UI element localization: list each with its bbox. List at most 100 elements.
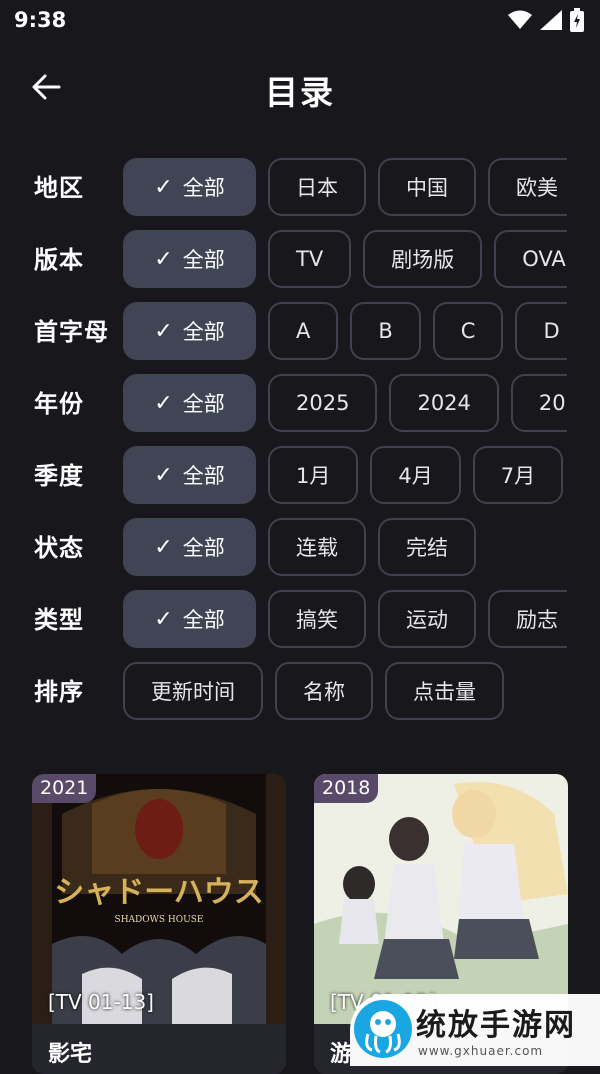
filter-chip[interactable]: 名称 xyxy=(275,662,373,720)
chip-label: 全部 xyxy=(182,248,225,272)
filter-row: 类型 ✓ 全部 搞笑 运动 励志 xyxy=(0,590,600,662)
filter-row: 首字母 ✓ 全部 A B C D xyxy=(0,302,600,374)
filter-chip[interactable]: 欧美 xyxy=(488,158,567,216)
chip-label: 中国 xyxy=(406,176,448,200)
filter-chip[interactable]: TV xyxy=(268,230,352,288)
filter-chip-selected[interactable]: ✓ 全部 xyxy=(123,302,256,360)
filter-label: 类型 xyxy=(34,606,84,634)
filter-options: ✓ 全部 日本 中国 欧美 xyxy=(123,158,567,218)
chip-label: 全部 xyxy=(182,464,225,488)
filter-chip-selected[interactable]: ✓ 全部 xyxy=(123,590,256,648)
chip-label: 剧场版 xyxy=(391,248,455,272)
filter-chip[interactable]: 2024 xyxy=(389,374,499,432)
check-icon: ✓ xyxy=(154,318,173,344)
chip-label: 欧美 xyxy=(516,176,558,200)
filter-chip[interactable]: OVA xyxy=(494,230,567,288)
filter-row: 季度 ✓ 全部 1月 4月 7月 xyxy=(0,446,600,518)
filter-options: ✓ 全部 1月 4月 7月 xyxy=(123,446,567,506)
filter-chip-selected[interactable]: ✓ 全部 xyxy=(123,518,256,576)
chip-label: 2023 xyxy=(538,391,567,415)
filter-chip[interactable]: C xyxy=(432,302,504,360)
filter-chip-selected[interactable]: ✓ 全部 xyxy=(123,446,256,504)
filter-label: 状态 xyxy=(34,534,84,562)
check-icon: ✓ xyxy=(154,534,173,560)
filter-label: 季度 xyxy=(34,462,84,490)
chip-label: 名称 xyxy=(303,680,345,704)
octopus-logo-icon xyxy=(354,1000,412,1058)
chip-label: 励志 xyxy=(516,608,558,632)
filter-label: 排序 xyxy=(34,678,84,706)
filter-chip[interactable]: 日本 xyxy=(268,158,366,216)
filter-row: 地区 ✓ 全部 日本 中国 欧美 xyxy=(0,158,600,230)
chip-label: 全部 xyxy=(182,536,225,560)
filter-label: 首字母 xyxy=(34,318,109,346)
filter-chip[interactable]: 点击量 xyxy=(385,662,504,720)
chip-label: 2024 xyxy=(417,391,471,415)
filter-options: ✓ 全部 A B C D xyxy=(123,302,567,362)
filter-chip[interactable]: 剧场版 xyxy=(363,230,483,288)
year-badge: 2018 xyxy=(314,774,379,803)
check-icon: ✓ xyxy=(154,174,173,200)
filter-chip[interactable]: 更新时间 xyxy=(123,662,263,720)
filter-label: 年份 xyxy=(34,390,84,418)
filter-row: 状态 ✓ 全部 连载 完结 xyxy=(0,518,600,590)
filter-chip[interactable]: 完结 xyxy=(378,518,476,576)
filter-row: 年份 ✓ 全部 2025 2024 2023 xyxy=(0,374,600,446)
poster-image: シャドーハウス SHADOWS HOUSE xyxy=(32,774,286,1024)
chip-label: 全部 xyxy=(182,320,225,344)
chip-label: 运动 xyxy=(406,608,448,632)
filter-label: 地区 xyxy=(34,174,84,202)
filter-chip[interactable]: 2025 xyxy=(268,374,378,432)
chip-label: 连载 xyxy=(296,536,338,560)
filter-chip[interactable]: 搞笑 xyxy=(268,590,366,648)
filter-options: ✓ 全部 连载 完结 xyxy=(123,518,567,578)
filter-panel: 地区 ✓ 全部 日本 中国 欧美版本 ✓ 全部 TV 剧场版 OVA 首字母 ✓ 全部 A B C D 年份 ✓ 全部 2… xyxy=(0,158,600,734)
filter-options: 更新时间 名称 点击量 xyxy=(123,662,567,722)
check-icon: ✓ xyxy=(154,390,173,416)
filter-chip[interactable]: 中国 xyxy=(378,158,476,216)
signal-icon xyxy=(540,10,562,30)
chip-label: C xyxy=(460,319,476,343)
filter-chip[interactable]: 7月 xyxy=(472,446,564,504)
filter-chip[interactable]: 连载 xyxy=(268,518,366,576)
filter-options: ✓ 全部 TV 剧场版 OVA xyxy=(123,230,567,290)
filter-chip[interactable]: 运动 xyxy=(378,590,476,648)
filter-chip-selected[interactable]: ✓ 全部 xyxy=(123,230,256,288)
check-icon: ✓ xyxy=(154,246,173,272)
filter-chip[interactable]: B xyxy=(350,302,421,360)
status-time: 9:38 xyxy=(14,8,67,32)
app-bar: 目录 xyxy=(0,56,600,118)
wifi-icon xyxy=(508,10,532,29)
chip-label: TV xyxy=(296,247,324,271)
watermark-text: 统放手游网 xyxy=(416,1008,576,1043)
filter-chip[interactable]: D xyxy=(515,302,567,360)
filter-chip[interactable]: 励志 xyxy=(488,590,567,648)
chip-label: OVA xyxy=(522,247,566,271)
battery-icon xyxy=(570,8,584,32)
chip-label: 7月 xyxy=(500,464,536,488)
check-icon: ✓ xyxy=(154,462,173,488)
filter-row: 版本 ✓ 全部 TV 剧场版 OVA xyxy=(0,230,600,302)
chip-label: 2025 xyxy=(296,391,350,415)
watermark-url: www.gxhuaer.com xyxy=(418,1044,544,1058)
episode-label: [TV 01-13] xyxy=(48,990,154,1014)
chip-label: 日本 xyxy=(296,176,338,200)
filter-options: ✓ 全部 2025 2024 2023 xyxy=(123,374,567,434)
chip-label: 更新时间 xyxy=(151,680,235,704)
chip-label: 4月 xyxy=(398,464,433,488)
chip-label: 全部 xyxy=(182,176,225,200)
filter-label: 版本 xyxy=(34,246,84,274)
filter-chip[interactable]: 1月 xyxy=(268,446,359,504)
filter-chip[interactable]: 4月 xyxy=(370,446,461,504)
filter-options: ✓ 全部 搞笑 运动 励志 xyxy=(123,590,567,650)
anime-card[interactable]: シャドーハウス SHADOWS HOUSE 2021 [TV 01-13] 影宅 xyxy=(32,774,286,1074)
chip-label: 全部 xyxy=(182,608,225,632)
filter-chip[interactable]: A xyxy=(268,302,339,360)
check-icon: ✓ xyxy=(154,606,173,632)
filter-chip-selected[interactable]: ✓ 全部 xyxy=(123,374,256,432)
filter-chip[interactable]: 2023 xyxy=(510,374,567,432)
chip-label: 点击量 xyxy=(413,680,476,704)
chip-label: 全部 xyxy=(182,392,225,416)
filter-chip-selected[interactable]: ✓ 全部 xyxy=(123,158,256,216)
chip-label: B xyxy=(378,319,393,343)
